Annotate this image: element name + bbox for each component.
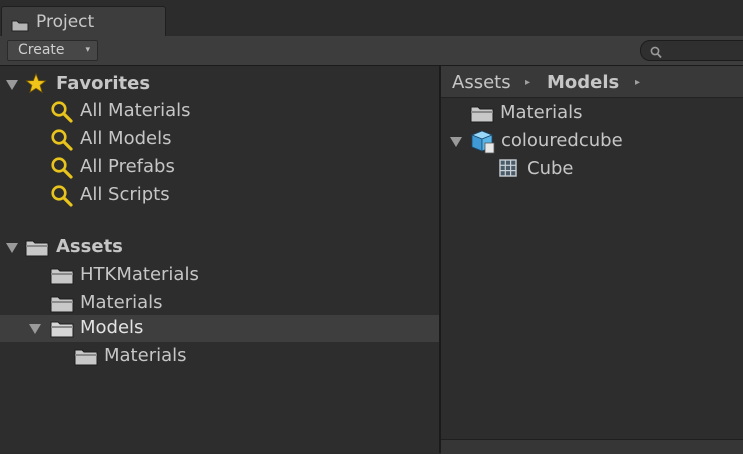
tab-project[interactable]: Project [1, 6, 166, 36]
folder-icon [470, 105, 494, 127]
expand-arrow-icon[interactable] [6, 80, 18, 90]
folder-item[interactable]: Materials [0, 290, 439, 317]
favorites-item[interactable]: All Materials [0, 98, 439, 125]
folder-item-label: Models [80, 317, 144, 338]
tab-strip: Project [0, 0, 743, 36]
prefab-cube-icon [470, 130, 496, 158]
folder-icon [25, 239, 49, 261]
favorites-header[interactable]: Favorites [0, 70, 439, 97]
folder-icon [74, 348, 98, 370]
content-item-label: colouredcube [501, 130, 623, 151]
favorites-item-label: All Prefabs [80, 156, 175, 177]
breadcrumb-separator-icon: ▸ [635, 77, 641, 88]
mesh-icon [498, 158, 518, 182]
folder-item-label: HTKMaterials [80, 264, 199, 285]
tab-label: Project [36, 12, 95, 32]
folder-icon [11, 17, 29, 36]
folder-tree-pane: Favorites All Materials All Models All P… [0, 66, 439, 453]
search-filter-icon [50, 128, 74, 156]
favorites-item[interactable]: All Prefabs [0, 154, 439, 181]
breadcrumb: Assets ▸ Models ▸ [441, 66, 743, 98]
folder-item-models[interactable]: Models [0, 315, 439, 342]
breadcrumb-separator-icon: ▸ [525, 77, 531, 88]
search-filter-icon [50, 156, 74, 184]
breadcrumb-item-models[interactable]: Models [547, 72, 619, 93]
star-icon [25, 72, 47, 98]
favorites-item-label: All Models [80, 128, 172, 149]
content-item-label: Cube [527, 158, 574, 179]
content-item[interactable]: Materials [441, 100, 743, 127]
assets-label: Assets [56, 236, 123, 257]
chevron-down-icon: ▾ [85, 45, 90, 55]
favorites-item-label: All Scripts [80, 184, 170, 205]
asset-content-pane: Assets ▸ Models ▸ Materials colouredcube [441, 66, 743, 454]
breadcrumb-item-assets[interactable]: Assets [452, 72, 511, 93]
folder-item-label: Materials [80, 292, 163, 313]
content-item[interactable]: colouredcube [441, 128, 743, 155]
folder-icon [50, 267, 74, 289]
search-input[interactable] [665, 42, 743, 61]
toolbar: Create ▾ [0, 36, 743, 66]
search-filter-icon [50, 184, 74, 212]
expand-arrow-icon[interactable] [450, 137, 462, 147]
folder-icon [50, 320, 74, 342]
favorites-item[interactable]: All Scripts [0, 182, 439, 209]
create-button[interactable]: Create ▾ [7, 40, 98, 61]
content-item-label: Materials [500, 102, 583, 123]
expand-arrow-icon[interactable] [29, 324, 41, 334]
favorites-item-label: All Materials [80, 100, 191, 121]
favorites-item[interactable]: All Models [0, 126, 439, 153]
assets-header[interactable]: Assets [0, 234, 439, 261]
expand-arrow-icon[interactable] [6, 243, 18, 253]
create-button-label: Create [18, 42, 65, 58]
status-bar [441, 439, 743, 454]
search-field[interactable] [640, 40, 743, 61]
folder-item[interactable]: Materials [0, 343, 439, 370]
search-filter-icon [50, 100, 74, 128]
folder-icon [50, 295, 74, 317]
search-icon [650, 44, 662, 63]
folder-item-label: Materials [104, 345, 187, 366]
folder-item[interactable]: HTKMaterials [0, 262, 439, 289]
favorites-label: Favorites [56, 73, 151, 94]
content-item[interactable]: Cube [441, 156, 743, 183]
